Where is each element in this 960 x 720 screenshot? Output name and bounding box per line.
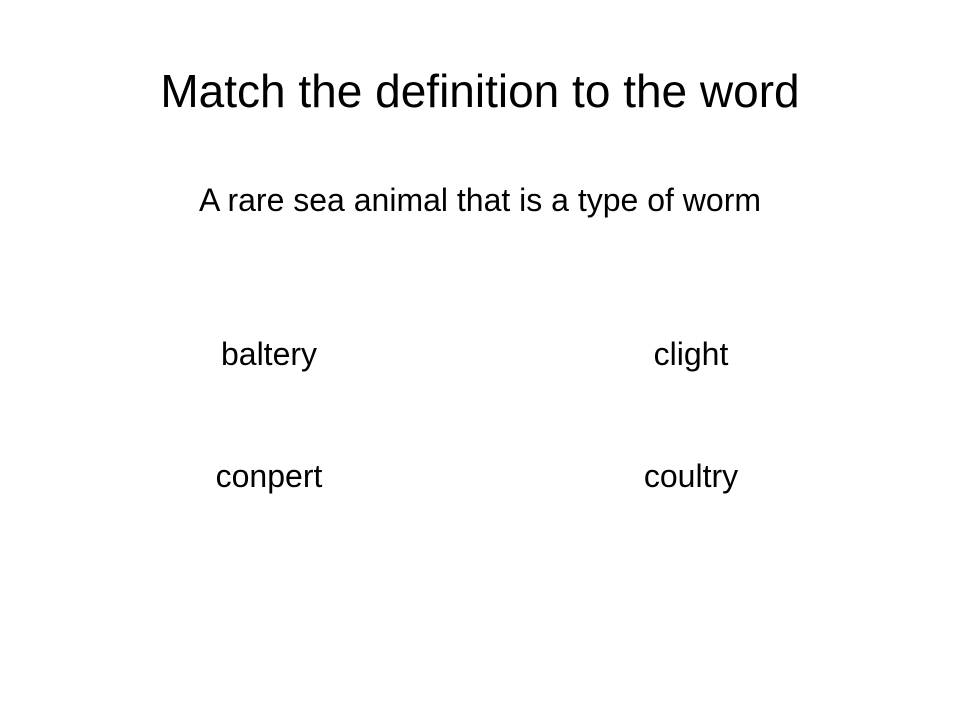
word-option-2[interactable]: clight — [541, 330, 841, 378]
slide-title: Match the definition to the word — [160, 65, 800, 117]
slide: Match the definition to the word A rare … — [0, 0, 960, 720]
definition-text: A rare sea animal that is a type of worm — [198, 182, 762, 218]
word-option-4[interactable]: coultry — [541, 452, 841, 500]
word-option-3[interactable]: conpert — [119, 452, 419, 500]
word-option-1[interactable]: baltery — [119, 330, 419, 378]
